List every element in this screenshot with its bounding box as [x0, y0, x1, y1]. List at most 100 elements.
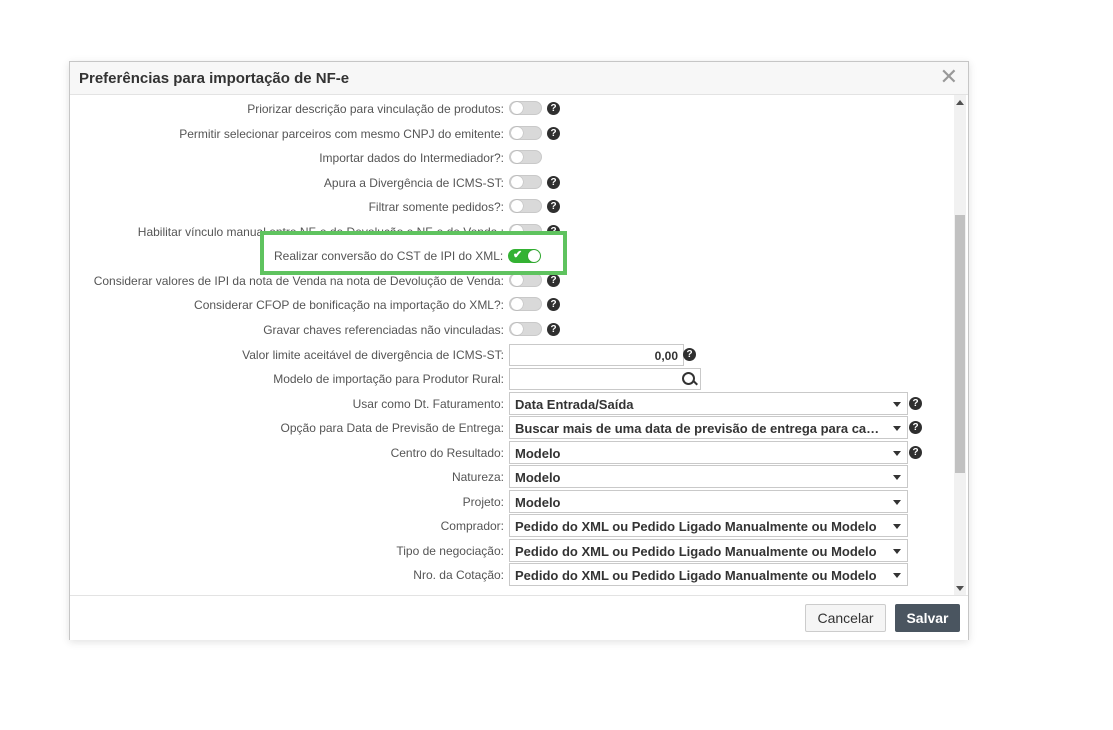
toggle-knob: [511, 200, 523, 213]
form-row: Usar como Dt. Faturamento: Data Entrada/S…: [70, 391, 950, 416]
select-value: Pedido do XML ou Pedido Ligado Manualmen…: [515, 543, 877, 559]
toggle-switch[interactable]: [509, 125, 542, 140]
form-row: Considerar CFOP de bonificação na import…: [70, 293, 950, 317]
dialog-title: Preferências para importação de NF-e: [79, 70, 350, 87]
chevron-down-icon[interactable]: [893, 475, 901, 481]
toggle-switch[interactable]: [509, 150, 542, 165]
field-label: Projeto:: [462, 494, 504, 509]
question-circle-icon[interactable]: ?: [547, 102, 560, 115]
chevron-down-icon[interactable]: [893, 573, 901, 579]
field-label: Usar como Dt. Faturamento:: [352, 396, 504, 411]
select-dropdown[interactable]: Data Entrada/Saída: [509, 391, 908, 415]
toggle-switch[interactable]: [509, 321, 542, 336]
search-icon[interactable]: [682, 372, 695, 386]
question-circle-icon[interactable]: ?: [547, 200, 560, 214]
dialog-titlebar: Preferências para importação de NF-e ✕: [70, 62, 968, 95]
select-dropdown[interactable]: Pedido do XML ou Pedido Ligado Manualmen…: [509, 514, 908, 538]
field-label: Apura a Divergência de ICMS-ST:: [323, 175, 504, 190]
form-row: Importar dados do Intermediador?:: [70, 146, 950, 170]
highlight-toggle[interactable]: ✔: [508, 249, 541, 263]
cancel-button[interactable]: Cancelar: [805, 604, 886, 632]
form-row: Valor limite aceitável de divergência de…: [70, 343, 950, 367]
scroll-down-arrow-icon[interactable]: [956, 586, 964, 591]
select-value: Data Entrada/Saída: [515, 396, 634, 412]
toggle-switch[interactable]: [509, 297, 542, 312]
toggle-switch[interactable]: [509, 199, 542, 214]
toggle-knob: [511, 298, 523, 311]
highlight-callout: Realizar conversão do CST de IPI do XML:…: [260, 231, 567, 275]
field-label: Considerar valores de IPI da nota de Ven…: [93, 273, 504, 288]
field-label: Tipo de negociação:: [396, 543, 504, 558]
select-value: Buscar mais de uma data de previsão de e…: [515, 421, 888, 437]
toggle-knob: [511, 102, 523, 114]
select-dropdown[interactable]: Modelo: [509, 440, 908, 464]
field-label: Valor limite aceitável de divergência de…: [242, 347, 504, 362]
toggle-knob: [511, 175, 523, 188]
check-icon: ✔: [513, 249, 523, 261]
field-label: Considerar CFOP de bonificação na import…: [194, 298, 504, 313]
chevron-down-icon[interactable]: [893, 401, 901, 407]
close-icon[interactable]: ✕: [940, 65, 958, 89]
number-input[interactable]: 0,00: [509, 343, 684, 366]
field-label: Permitir selecionar parceiros com mesmo …: [179, 126, 504, 141]
select-value: Modelo: [515, 470, 561, 486]
import-preferences-dialog: Preferências para importação de NF-e ✕ P…: [69, 61, 969, 640]
form-row: Gravar chaves referenciadas não vinculad…: [70, 318, 950, 342]
chevron-down-icon[interactable]: [893, 524, 901, 530]
question-circle-icon[interactable]: ?: [909, 445, 922, 459]
scroll-up-arrow-icon[interactable]: [956, 100, 964, 105]
select-dropdown[interactable]: Buscar mais de uma data de previsão de e…: [509, 416, 908, 440]
field-label: Comprador:: [440, 519, 504, 534]
select-value: Pedido do XML ou Pedido Ligado Manualmen…: [515, 519, 877, 535]
select-dropdown[interactable]: Pedido do XML ou Pedido Ligado Manualmen…: [509, 538, 908, 562]
field-label: Filtrar somente pedidos?:: [368, 200, 504, 215]
question-circle-icon[interactable]: ?: [547, 298, 560, 312]
question-circle-icon[interactable]: ?: [547, 322, 560, 336]
question-circle-icon[interactable]: ?: [909, 421, 922, 435]
select-dropdown[interactable]: Modelo: [509, 465, 908, 489]
form-row: Apura a Divergência de ICMS-ST:?: [70, 171, 950, 195]
save-button[interactable]: Salvar: [895, 604, 960, 632]
question-circle-icon[interactable]: ?: [683, 347, 696, 361]
field-label: Priorizar descrição para vinculação de p…: [247, 102, 504, 116]
dialog-footer: Cancelar Salvar: [70, 595, 968, 640]
form-row: Nro. da Cotação: Pedido do XML ou Pedido …: [70, 563, 950, 587]
search-input[interactable]: [509, 368, 701, 391]
form-row: Modelo de importação para Produtor Rural…: [70, 367, 950, 391]
select-dropdown[interactable]: Pedido do XML ou Pedido Ligado Manualmen…: [509, 563, 908, 587]
form-row: Projeto: Modelo: [70, 489, 950, 514]
preferences-form: Priorizar descrição para vinculação de p…: [70, 95, 968, 595]
toggle-knob: [528, 250, 540, 262]
form-row: Opção para Data de Previsão de Entrega: B…: [70, 416, 950, 440]
question-circle-icon[interactable]: ?: [547, 273, 560, 287]
form-row: Filtrar somente pedidos?:?: [70, 195, 950, 219]
toggle-knob: [511, 151, 523, 164]
chevron-down-icon[interactable]: [893, 426, 901, 432]
toggle-knob: [511, 273, 523, 286]
question-circle-icon[interactable]: ?: [547, 175, 560, 189]
toggle-switch[interactable]: [509, 174, 542, 189]
vertical-scrollbar[interactable]: [954, 95, 966, 595]
form-row: Priorizar descrição para vinculação de p…: [70, 97, 950, 121]
select-value: Modelo: [515, 494, 561, 510]
chevron-down-icon[interactable]: [893, 548, 901, 554]
field-label: Gravar chaves referenciadas não vinculad…: [263, 322, 504, 337]
question-circle-icon[interactable]: ?: [547, 126, 560, 140]
toggle-knob: [511, 126, 523, 139]
chevron-down-icon[interactable]: [893, 499, 901, 505]
chevron-down-icon[interactable]: [893, 450, 901, 456]
form-row: Centro do Resultado: Modelo?: [70, 440, 950, 465]
select-dropdown[interactable]: Modelo: [509, 489, 908, 513]
form-row: Comprador: Pedido do XML ou Pedido Ligado…: [70, 514, 950, 538]
toggle-switch[interactable]: [509, 101, 542, 115]
highlight-label: Realizar conversão do CST de IPI do XML:: [274, 249, 504, 263]
field-label: Centro do Resultado:: [390, 445, 504, 460]
field-label: Modelo de importação para Produtor Rural…: [273, 372, 504, 387]
select-value: Pedido do XML ou Pedido Ligado Manualmen…: [515, 568, 877, 584]
question-circle-icon[interactable]: ?: [909, 396, 922, 410]
toggle-knob: [511, 322, 523, 335]
select-value: Modelo: [515, 445, 561, 461]
form-row: Tipo de negociação: Pedido do XML ou Pedi…: [70, 538, 950, 563]
scrollbar-thumb[interactable]: [955, 215, 965, 473]
field-label: Nro. da Cotação:: [413, 568, 504, 583]
